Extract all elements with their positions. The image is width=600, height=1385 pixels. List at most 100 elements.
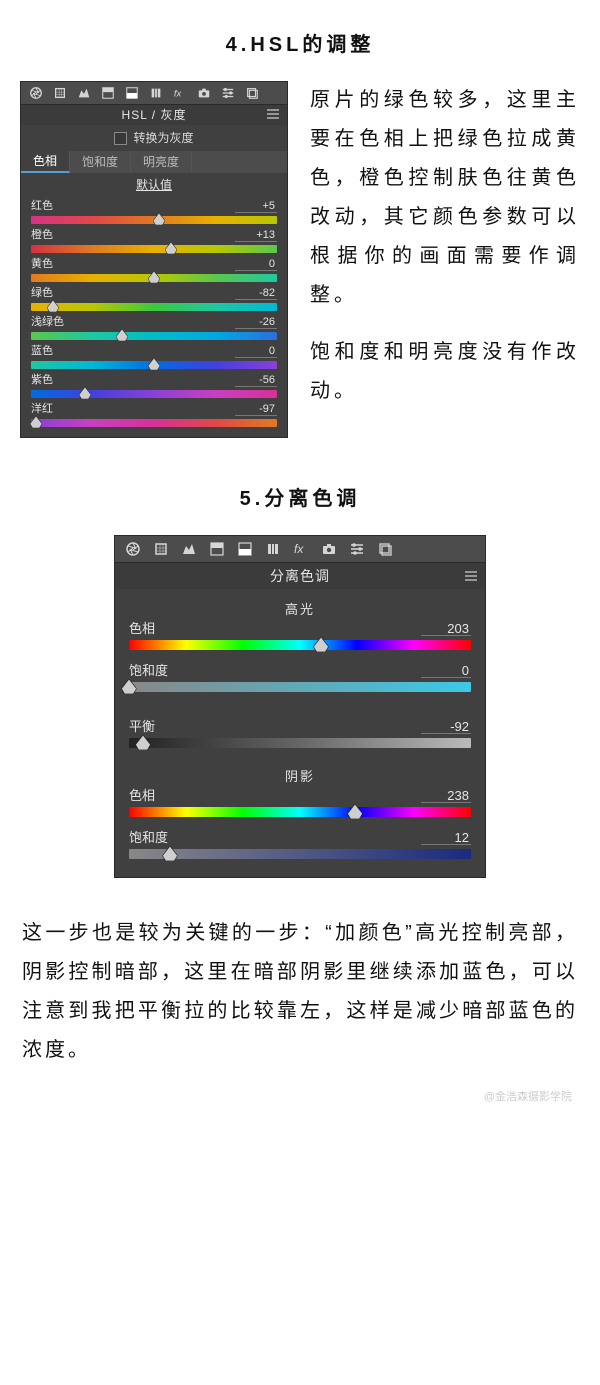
split-toolbar: fx: [115, 536, 485, 563]
highlights-sat-slider-value[interactable]: 0: [421, 664, 471, 678]
hsl-slider-label: 蓝色: [31, 346, 53, 358]
grayscale-checkbox[interactable]: [114, 132, 127, 145]
shadows-hue-slider-track[interactable]: [129, 807, 471, 817]
hsl-slider-track[interactable]: [31, 216, 277, 224]
hsl-slider-2: 黄色 0: [31, 259, 277, 282]
hsl-slider-label: 紫色: [31, 375, 53, 387]
split-icon[interactable]: [237, 541, 253, 557]
sliders-icon[interactable]: [349, 541, 365, 557]
hsl-slider-track[interactable]: [31, 332, 277, 340]
highlights-hue-slider-track[interactable]: [129, 640, 471, 650]
hsl-panel-title-row: HSL / 灰度: [21, 105, 287, 125]
hsl-slider-label: 浅绿色: [31, 317, 64, 329]
crop-icon[interactable]: [153, 541, 169, 557]
highlights-sat-slider-track[interactable]: [129, 682, 471, 692]
hsl-slider-label: 红色: [31, 201, 53, 213]
histogram-icon[interactable]: [77, 86, 91, 100]
hsl-slider-0: 红色 +5: [31, 201, 277, 224]
detail-icon[interactable]: [265, 541, 281, 557]
hsl-slider-value[interactable]: +5: [235, 201, 277, 213]
hsl-slider-value[interactable]: 0: [235, 346, 277, 358]
slider-thumb-icon[interactable]: [347, 804, 362, 819]
slider-thumb-icon[interactable]: [148, 271, 160, 283]
tone-icon[interactable]: [209, 541, 225, 557]
camera-icon[interactable]: [197, 86, 211, 100]
panel-menu-icon[interactable]: [465, 569, 477, 583]
slider-thumb-icon[interactable]: [30, 416, 42, 428]
hsl-slider-value[interactable]: -56: [235, 375, 277, 387]
highlights-hue-slider-value[interactable]: 203: [421, 622, 471, 636]
slider-thumb-icon[interactable]: [79, 387, 91, 399]
highlights-label: 高光: [129, 595, 471, 622]
tone-icon[interactable]: [101, 86, 115, 100]
grayscale-label: 转换为灰度: [133, 132, 193, 144]
detail-icon[interactable]: [149, 86, 163, 100]
slider-thumb-icon[interactable]: [122, 679, 137, 694]
presets-icon[interactable]: [245, 86, 259, 100]
tab-saturation[interactable]: 饱和度: [70, 151, 131, 173]
slider-thumb-icon[interactable]: [47, 300, 59, 312]
hsl-slider-label: 洋红: [31, 404, 53, 416]
defaults-link[interactable]: 默认值: [21, 173, 287, 195]
hsl-slider-track[interactable]: [31, 361, 277, 369]
hsl-slider-7: 洋红 -97: [31, 404, 277, 427]
aperture-icon[interactable]: [125, 541, 141, 557]
slider-thumb-icon[interactable]: [165, 242, 177, 254]
hsl-slider-value[interactable]: -97: [235, 404, 277, 416]
slider-thumb-icon[interactable]: [116, 329, 128, 341]
fx-icon[interactable]: fx: [173, 86, 187, 100]
hsl-slider-track[interactable]: [31, 390, 277, 398]
tab-luminance[interactable]: 明亮度: [131, 151, 192, 173]
highlights-hue-slider: 色相 203: [129, 622, 471, 650]
hsl-slider-1: 橙色+13: [31, 230, 277, 253]
balance-slider-value[interactable]: -92: [421, 720, 471, 734]
aperture-icon[interactable]: [29, 86, 43, 100]
slider-thumb-icon[interactable]: [163, 846, 178, 861]
sliders-icon[interactable]: [221, 86, 235, 100]
section-4-heading: 4.HSL的调整: [20, 28, 580, 57]
fx-icon[interactable]: fx: [293, 541, 309, 557]
hsl-slider-6: 紫色 -56: [31, 375, 277, 398]
shadows-hue-slider-value[interactable]: 238: [421, 789, 471, 803]
highlights-sat-slider: 饱和度0: [129, 664, 471, 692]
hsl-slider-track[interactable]: [31, 274, 277, 282]
shadows-sat-slider-track[interactable]: [129, 849, 471, 859]
hsl-slider-value[interactable]: 0: [235, 259, 277, 271]
balance-slider-track[interactable]: [129, 738, 471, 748]
shadows-sat-slider: 饱和度 12: [129, 831, 471, 859]
svg-text:fx: fx: [294, 542, 304, 556]
split-toning-panel: fx 分离色调 高光 色相203 饱和度0 平衡-92 阴影 色相238 饱和度…: [114, 535, 486, 878]
hsl-slider-track[interactable]: [31, 245, 277, 253]
slider-thumb-icon[interactable]: [153, 213, 165, 225]
shadows-label: 阴影: [129, 762, 471, 789]
highlights-hue-slider-label: 色相: [129, 622, 155, 636]
hsl-slider-value[interactable]: +13: [235, 230, 277, 242]
grayscale-row: 转换为灰度: [21, 125, 287, 151]
watermark: @金浩森摄影学院: [20, 1088, 580, 1104]
hsl-slider-value[interactable]: -26: [235, 317, 277, 329]
section-4-para1: 原片的绿色较多，这里主要在色相上把绿色拉成黄色，橙色控制肤色往黄色改动，其它颜色…: [310, 81, 580, 315]
slider-thumb-icon[interactable]: [135, 735, 150, 750]
camera-icon[interactable]: [321, 541, 337, 557]
shadows-hue-slider: 色相238: [129, 789, 471, 817]
hsl-slider-track[interactable]: [31, 419, 277, 427]
presets-icon[interactable]: [377, 541, 393, 557]
hsl-slider-label: 黄色: [31, 259, 53, 271]
slider-thumb-icon[interactable]: [148, 358, 160, 370]
shadows-sat-slider-value[interactable]: 12: [421, 831, 471, 845]
panel-menu-icon[interactable]: [267, 109, 279, 121]
hsl-slider-label: 绿色: [31, 288, 53, 300]
section-4-para2: 饱和度和明亮度没有作改动。: [310, 333, 580, 411]
shadows-sat-slider-label: 饱和度: [129, 831, 168, 845]
hsl-slider-track[interactable]: [31, 303, 277, 311]
balance-slider: 平衡-92: [129, 720, 471, 748]
hsl-slider-4: 浅绿色 -26: [31, 317, 277, 340]
tab-hue[interactable]: 色相: [21, 151, 70, 173]
hsl-panel: fx HSL / 灰度 转换为灰度 色相 饱和度 明亮度 默认值 红: [20, 81, 288, 438]
hsl-slider-value[interactable]: -82: [235, 288, 277, 300]
crop-icon[interactable]: [53, 86, 67, 100]
split-icon[interactable]: [125, 86, 139, 100]
histogram-icon[interactable]: [181, 541, 197, 557]
split-panel-title-row: 分离色调: [115, 563, 485, 589]
slider-thumb-icon[interactable]: [313, 637, 328, 652]
